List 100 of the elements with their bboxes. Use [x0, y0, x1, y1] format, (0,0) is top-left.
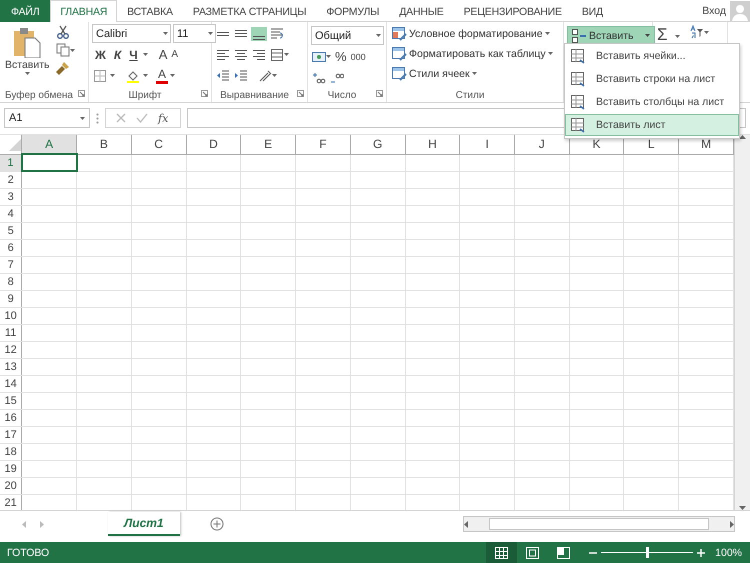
add-sheet-icon[interactable] [210, 517, 224, 531]
row-header[interactable]: 6 [0, 239, 22, 256]
increase-indent-button[interactable] [233, 68, 249, 84]
row-header[interactable]: 2 [0, 171, 22, 188]
column-header[interactable]: E [240, 135, 296, 154]
sort-filter-button[interactable] [688, 24, 710, 40]
row-header[interactable]: 7 [0, 256, 22, 273]
name-box[interactable]: A1 [4, 108, 90, 128]
scroll-left-icon[interactable] [464, 520, 468, 528]
thousands-button[interactable]: 000 [350, 50, 367, 62]
align-bottom-button[interactable] [251, 26, 267, 40]
status-text: ГОТОВО [7, 546, 50, 558]
row-header[interactable]: 10 [0, 307, 22, 324]
menu-item[interactable]: Вставить ячейки... [565, 45, 739, 67]
increase-font-button[interactable]: A [158, 46, 168, 63]
currency-button[interactable] [311, 50, 332, 64]
row-header[interactable]: 3 [0, 188, 22, 205]
group-label: Буфер обмена [5, 90, 73, 100]
check-icon[interactable] [136, 113, 148, 123]
paste-button[interactable]: Вставить [3, 24, 52, 88]
dialog-launcher-icon[interactable] [376, 90, 383, 97]
increase-decimal-button[interactable] [311, 70, 327, 84]
row-header[interactable]: 16 [0, 409, 22, 426]
caret-icon [24, 72, 30, 75]
align-right-button[interactable] [251, 48, 267, 60]
column-header[interactable]: F [296, 135, 350, 154]
font-name-field[interactable]: Calibri [92, 24, 171, 43]
ribbon-tab[interactable]: ФОРМУЛЫ [316, 0, 390, 22]
dialog-launcher-icon[interactable] [297, 90, 304, 97]
row-header[interactable]: 17 [0, 426, 22, 443]
column-header[interactable]: D [186, 135, 241, 154]
zoom-slider-thumb[interactable] [646, 547, 650, 558]
sign-in-link[interactable]: Вход [702, 4, 726, 16]
conditional-formatting-button[interactable]: Условное форматирование [390, 24, 555, 43]
dialog-launcher-icon[interactable] [78, 90, 85, 97]
borders-button[interactable] [92, 68, 108, 84]
dialog-launcher-icon[interactable] [201, 90, 208, 97]
file-tab[interactable]: ФАЙЛ [0, 0, 50, 22]
row-header[interactable]: 8 [0, 273, 22, 290]
menu-item[interactable]: Вставить лист [565, 114, 739, 136]
active-cell[interactable] [22, 154, 76, 171]
row-header[interactable]: 15 [0, 392, 22, 409]
font-color-button[interactable]: А [156, 67, 168, 84]
align-middle-button[interactable] [233, 29, 249, 38]
zoom-in-icon[interactable] [697, 548, 706, 556]
column-header[interactable]: I [460, 135, 514, 154]
row-header[interactable]: 14 [0, 375, 22, 392]
decrease-decimal-button[interactable] [329, 70, 345, 84]
autosum-button[interactable]: Σ [656, 24, 669, 46]
orientation-button[interactable] [257, 68, 278, 84]
column-header[interactable]: H [405, 135, 460, 154]
row-header[interactable]: 19 [0, 460, 22, 477]
row-header[interactable]: 18 [0, 443, 22, 460]
format-as-table-button[interactable]: Форматировать как таблицу [390, 44, 555, 63]
column-header[interactable]: C [131, 135, 186, 154]
row-header[interactable]: 11 [0, 324, 22, 341]
zoom-level[interactable]: 100% [705, 546, 750, 558]
scroll-thumb[interactable] [489, 518, 709, 530]
ribbon-tab[interactable]: ВСТАВКА [117, 0, 183, 22]
wrap-text-button[interactable] [269, 26, 285, 42]
row-header[interactable]: 20 [0, 477, 22, 494]
underline-button[interactable]: Ч [126, 48, 141, 62]
increase-indent-icon [234, 68, 248, 82]
scroll-up-icon[interactable] [739, 135, 746, 139]
bold-button[interactable]: Ж [92, 48, 109, 62]
ribbon-tab[interactable]: ВИД [572, 0, 613, 22]
row-header[interactable]: 13 [0, 358, 22, 375]
align-center-button[interactable] [233, 48, 249, 60]
ribbon-tab[interactable]: РАЗМЕТКА СТРАНИЦЫ [182, 0, 316, 22]
column-header[interactable]: G [350, 135, 406, 154]
ribbon-tab[interactable]: ГЛАВНАЯ [50, 0, 118, 22]
merge-button[interactable] [269, 46, 290, 62]
horizontal-scrollbar[interactable] [463, 516, 735, 532]
row-header[interactable]: 12 [0, 341, 22, 358]
decrease-font-button[interactable]: A [170, 48, 180, 61]
align-left-button[interactable] [215, 48, 231, 60]
row-header[interactable]: 5 [0, 222, 22, 239]
row-header[interactable]: 9 [0, 290, 22, 307]
number-format-field[interactable]: Общий [311, 26, 384, 45]
percent-button[interactable]: % [334, 48, 348, 65]
column-header[interactable]: A [22, 135, 76, 154]
normal-view-button[interactable] [486, 542, 518, 563]
align-top-button[interactable] [215, 30, 231, 36]
ribbon-tab[interactable]: РЕЦЕНЗИРОВАНИЕ [454, 0, 572, 22]
menu-item[interactable]: Вставить столбцы на лист [565, 91, 739, 113]
insert-function-button[interactable]: fx [158, 112, 168, 124]
vertical-scrollbar[interactable] [734, 135, 750, 510]
sheet-tab[interactable]: Лист1 [108, 512, 180, 536]
ribbon-tab[interactable]: ДАННЫЕ [389, 0, 454, 22]
row-header[interactable]: 4 [0, 205, 22, 222]
cell-styles-button[interactable]: Стили ячеек [390, 64, 555, 83]
font-size-field[interactable]: 11 [173, 24, 216, 43]
scroll-right-icon[interactable] [730, 520, 734, 528]
column-header[interactable]: B [76, 135, 132, 154]
menu-item[interactable]: Вставить строки на лист [565, 68, 739, 90]
row-header[interactable]: 1 [0, 154, 22, 171]
italic-button[interactable]: К [110, 48, 124, 62]
decrease-indent-button[interactable] [215, 68, 231, 84]
copy-button[interactable] [54, 42, 76, 58]
column-header[interactable]: J [514, 135, 570, 154]
